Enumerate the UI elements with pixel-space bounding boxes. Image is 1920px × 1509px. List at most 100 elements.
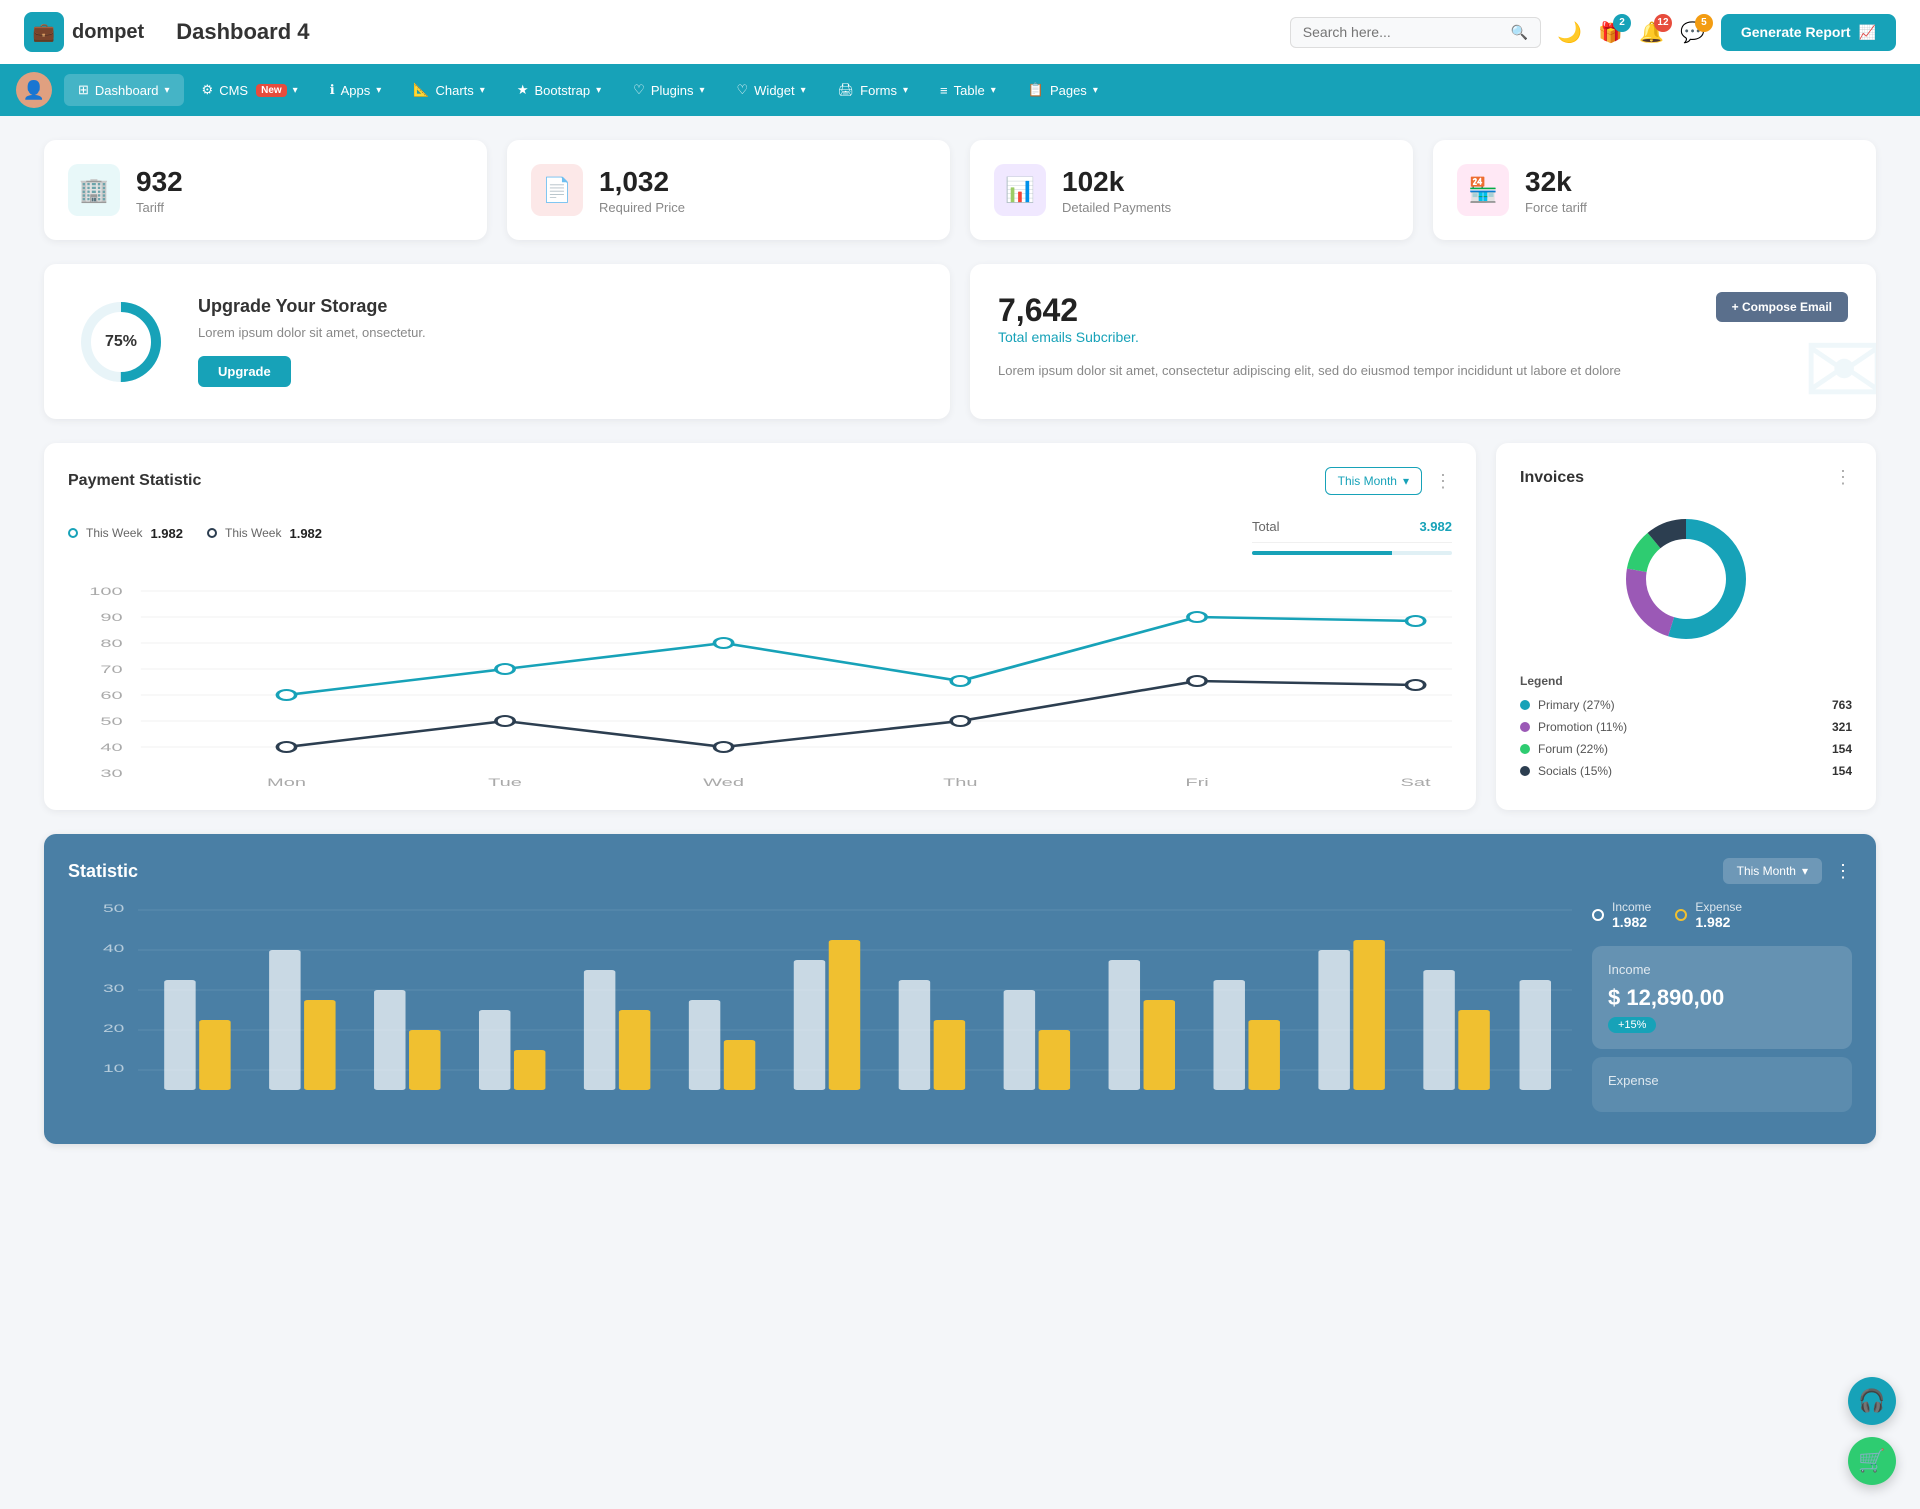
this-month-filter[interactable]: This Month ▾ xyxy=(1325,467,1422,495)
chevron-down-icon-forms: ▾ xyxy=(903,85,908,96)
invoices-card: Invoices ⋮ xyxy=(1496,443,1876,810)
bell-icon[interactable]: 🔔 12 xyxy=(1639,20,1664,45)
income-value: 1.982 xyxy=(1612,914,1651,930)
statistic-side-panel: Income 1.982 Expense 1.982 Income $ xyxy=(1592,900,1852,1120)
force-icon: 🏪 xyxy=(1457,164,1509,216)
expense-dot xyxy=(1675,909,1687,921)
inv-dot-primary xyxy=(1520,700,1530,710)
gift-badge: 2 xyxy=(1613,14,1631,32)
email-description: Lorem ipsum dolor sit amet, consectetur … xyxy=(998,361,1848,381)
nav-avatar: 👤 xyxy=(16,72,52,108)
invoices-more-icon[interactable]: ⋮ xyxy=(1834,467,1852,488)
nav-item-pages[interactable]: 📋 Pages ▾ xyxy=(1014,74,1112,106)
chevron-down-icon-cms: ▾ xyxy=(293,85,298,96)
payments-value: 102k xyxy=(1062,166,1171,198)
cart-fab[interactable]: 🛒 xyxy=(1848,1437,1896,1485)
statistic-month-filter[interactable]: This Month ▾ xyxy=(1723,858,1822,884)
total-bar xyxy=(1252,551,1452,555)
legend-dot-teal xyxy=(68,528,78,538)
storage-donut: 75% xyxy=(76,297,166,387)
chat-icon[interactable]: 💬 5 xyxy=(1680,20,1705,45)
income-amount: $ 12,890,00 xyxy=(1608,985,1836,1011)
chart-icon: 📈 xyxy=(1859,24,1876,41)
widget-icon: ♡ xyxy=(737,82,749,98)
legend-item-1: This Week 1.982 xyxy=(68,511,183,555)
income-box-title: Income xyxy=(1608,962,1836,977)
storage-percentage: 75% xyxy=(105,333,137,351)
svg-text:Wed: Wed xyxy=(703,776,744,788)
search-icon: 🔍 xyxy=(1511,24,1528,41)
more-options-icon[interactable]: ⋮ xyxy=(1434,471,1452,492)
chart-controls: This Month ▾ ⋮ xyxy=(1325,467,1452,495)
nav-label-table: Table xyxy=(954,83,985,98)
email-card: 7,642 Total emails Subcriber. + Compose … xyxy=(970,264,1876,419)
moon-icon[interactable]: 🌙 xyxy=(1557,20,1582,45)
cms-icon: ⚙ xyxy=(202,82,214,98)
statistic-month-label: This Month xyxy=(1737,864,1796,878)
bar-chart-area: 50 40 30 20 10 xyxy=(68,900,1572,1120)
chevron-down-icon: ▾ xyxy=(165,85,170,96)
stat-card-force: 🏪 32k Force tariff xyxy=(1433,140,1876,240)
nav-item-widget[interactable]: ♡ Widget ▾ xyxy=(723,74,820,106)
nav-item-cms[interactable]: ⚙ CMS New ▾ xyxy=(188,74,312,106)
gift-icon[interactable]: 🎁 2 xyxy=(1598,20,1623,45)
price-value: 1,032 xyxy=(599,166,685,198)
logo-text: dompet xyxy=(72,21,144,44)
statistic-controls: This Month ▾ ⋮ xyxy=(1723,858,1852,884)
nav-label-cms: CMS xyxy=(219,83,248,98)
nav-item-bootstrap[interactable]: ★ Bootstrap ▾ xyxy=(503,74,615,106)
statistic-more-icon[interactable]: ⋮ xyxy=(1834,861,1852,882)
storage-card: 75% Upgrade Your Storage Lorem ipsum dol… xyxy=(44,264,950,419)
svg-text:80: 80 xyxy=(100,637,122,649)
nav-item-apps[interactable]: ℹ Apps ▾ xyxy=(316,74,396,106)
storage-info: Upgrade Your Storage Lorem ipsum dolor s… xyxy=(198,296,426,387)
svg-text:50: 50 xyxy=(100,715,122,727)
main-content: 🏢 932 Tariff 📄 1,032 Required Price 📊 10… xyxy=(20,116,1900,1168)
stat-card-payments: 📊 102k Detailed Payments xyxy=(970,140,1413,240)
nav-item-forms[interactable]: 🖨 Forms ▾ xyxy=(824,74,922,106)
invoice-legend-forum: Forum (22%) 154 xyxy=(1520,742,1852,756)
nav-item-charts[interactable]: 📐 Charts ▾ xyxy=(399,74,499,106)
svg-text:100: 100 xyxy=(89,585,122,597)
inv-label-forum: Forum (22%) xyxy=(1538,742,1608,756)
inv-legend-left-socials: Socials (15%) xyxy=(1520,764,1612,778)
header-right: 🔍 🌙 🎁 2 🔔 12 💬 5 Generate Report 📈 xyxy=(1290,14,1896,51)
svg-text:20: 20 xyxy=(103,1023,125,1035)
income-dot xyxy=(1592,909,1604,921)
svg-text:Mon: Mon xyxy=(267,776,306,788)
nav-label-apps: Apps xyxy=(341,83,371,98)
svg-text:70: 70 xyxy=(100,663,122,675)
expense-legend-item: Expense 1.982 xyxy=(1675,900,1742,930)
storage-title: Upgrade Your Storage xyxy=(198,296,426,317)
headset-fab[interactable]: 🎧 xyxy=(1848,1377,1896,1425)
search-box[interactable]: 🔍 xyxy=(1290,17,1541,48)
dashboard-icon: ⊞ xyxy=(78,82,89,98)
header: 💼 dompet Dashboard 4 🔍 🌙 🎁 2 🔔 12 💬 5 Ge… xyxy=(0,0,1920,64)
inv-dot-forum xyxy=(1520,744,1530,754)
svg-text:40: 40 xyxy=(103,943,125,955)
force-info: 32k Force tariff xyxy=(1525,166,1587,215)
email-top: 7,642 Total emails Subcriber. + Compose … xyxy=(998,292,1848,353)
upgrade-button[interactable]: Upgrade xyxy=(198,356,291,387)
chat-badge: 5 xyxy=(1695,14,1713,32)
legend-item-2: This Week 1.982 xyxy=(207,511,322,555)
nav-item-dashboard[interactable]: ⊞ Dashboard ▾ xyxy=(64,74,184,106)
chevron-down-icon-table: ▾ xyxy=(991,85,996,96)
search-input[interactable] xyxy=(1303,24,1503,40)
storage-description: Lorem ipsum dolor sit amet, onsectetur. xyxy=(198,325,426,340)
email-top-left: 7,642 Total emails Subcriber. xyxy=(998,292,1139,353)
legend-dot-dark xyxy=(207,528,217,538)
logo-icon: 💼 xyxy=(24,12,64,52)
generate-report-button[interactable]: Generate Report 📈 xyxy=(1721,14,1896,51)
expense-box: Expense xyxy=(1592,1057,1852,1112)
nav-item-table[interactable]: ≡ Table ▾ xyxy=(926,75,1010,106)
chevron-down-icon-plugins: ▾ xyxy=(699,85,704,96)
generate-report-label: Generate Report xyxy=(1741,24,1851,40)
nav-item-plugins[interactable]: ♡ Plugins ▾ xyxy=(619,74,718,106)
price-info: 1,032 Required Price xyxy=(599,166,685,215)
price-label: Required Price xyxy=(599,200,685,215)
expense-value: 1.982 xyxy=(1695,914,1742,930)
legend-label-1: This Week xyxy=(86,526,142,540)
filter-label: This Month xyxy=(1338,474,1397,488)
chevron-down-icon-bootstrap: ▾ xyxy=(596,85,601,96)
